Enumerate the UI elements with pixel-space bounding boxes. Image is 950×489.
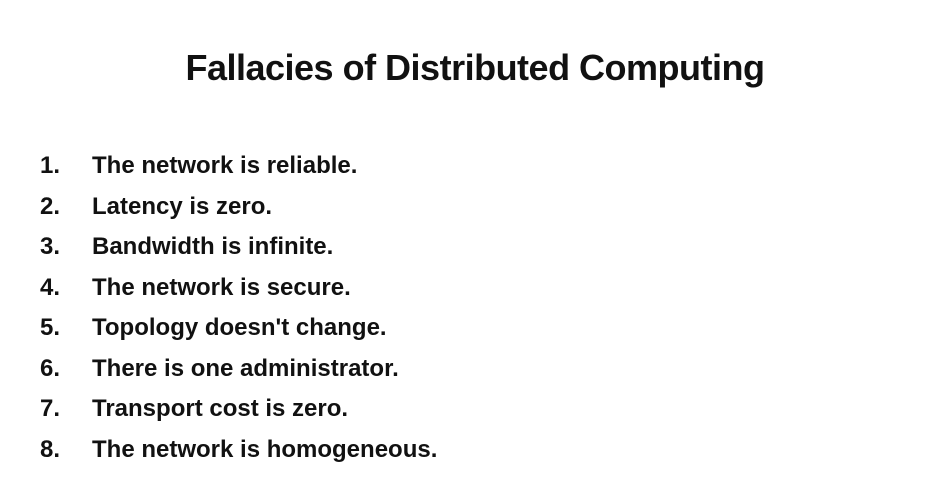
- fallacies-list: 1. The network is reliable. 2. Latency i…: [40, 146, 437, 470]
- list-item-text: The network is homogeneous.: [92, 435, 438, 463]
- list-item-text: Latency is zero.: [92, 192, 273, 220]
- list-item-number: 1.: [40, 152, 61, 179]
- list-item: 5. Topology doesn't change.: [40, 308, 437, 349]
- list-item-number: 6.: [40, 354, 61, 382]
- list-item-text: Topology doesn't change.: [92, 314, 387, 341]
- list-item-number: 5.: [40, 314, 61, 341]
- list-item-text: The network is reliable.: [92, 152, 358, 179]
- list-item-number: 4.: [40, 273, 61, 301]
- list-item: 4. The network is secure.: [40, 268, 437, 309]
- list-item: 6. There is one administrator.: [40, 349, 437, 390]
- list-item-number: 2.: [40, 192, 61, 220]
- list-item-text: The network is secure.: [92, 273, 351, 301]
- list-item: 2. Latency is zero.: [40, 187, 437, 228]
- slide: Fallacies of Distributed Computing 1. Th…: [0, 0, 950, 489]
- list-item-text: Bandwidth is infinite.: [92, 233, 334, 260]
- list-item: 8. The network is homogeneous.: [40, 430, 437, 471]
- list-item-text: Transport cost is zero.: [92, 395, 349, 422]
- list-item-text: There is one administrator.: [92, 354, 399, 382]
- list-item-number: 8.: [40, 435, 61, 463]
- list-item-number: 7.: [40, 395, 61, 422]
- list-item: 7. Transport cost is zero.: [40, 389, 437, 430]
- page-title: Fallacies of Distributed Computing: [185, 47, 765, 88]
- list-item: 1. The network is reliable.: [40, 146, 437, 187]
- list-item: 3. Bandwidth is infinite.: [40, 227, 437, 268]
- list-item-number: 3.: [40, 233, 61, 260]
